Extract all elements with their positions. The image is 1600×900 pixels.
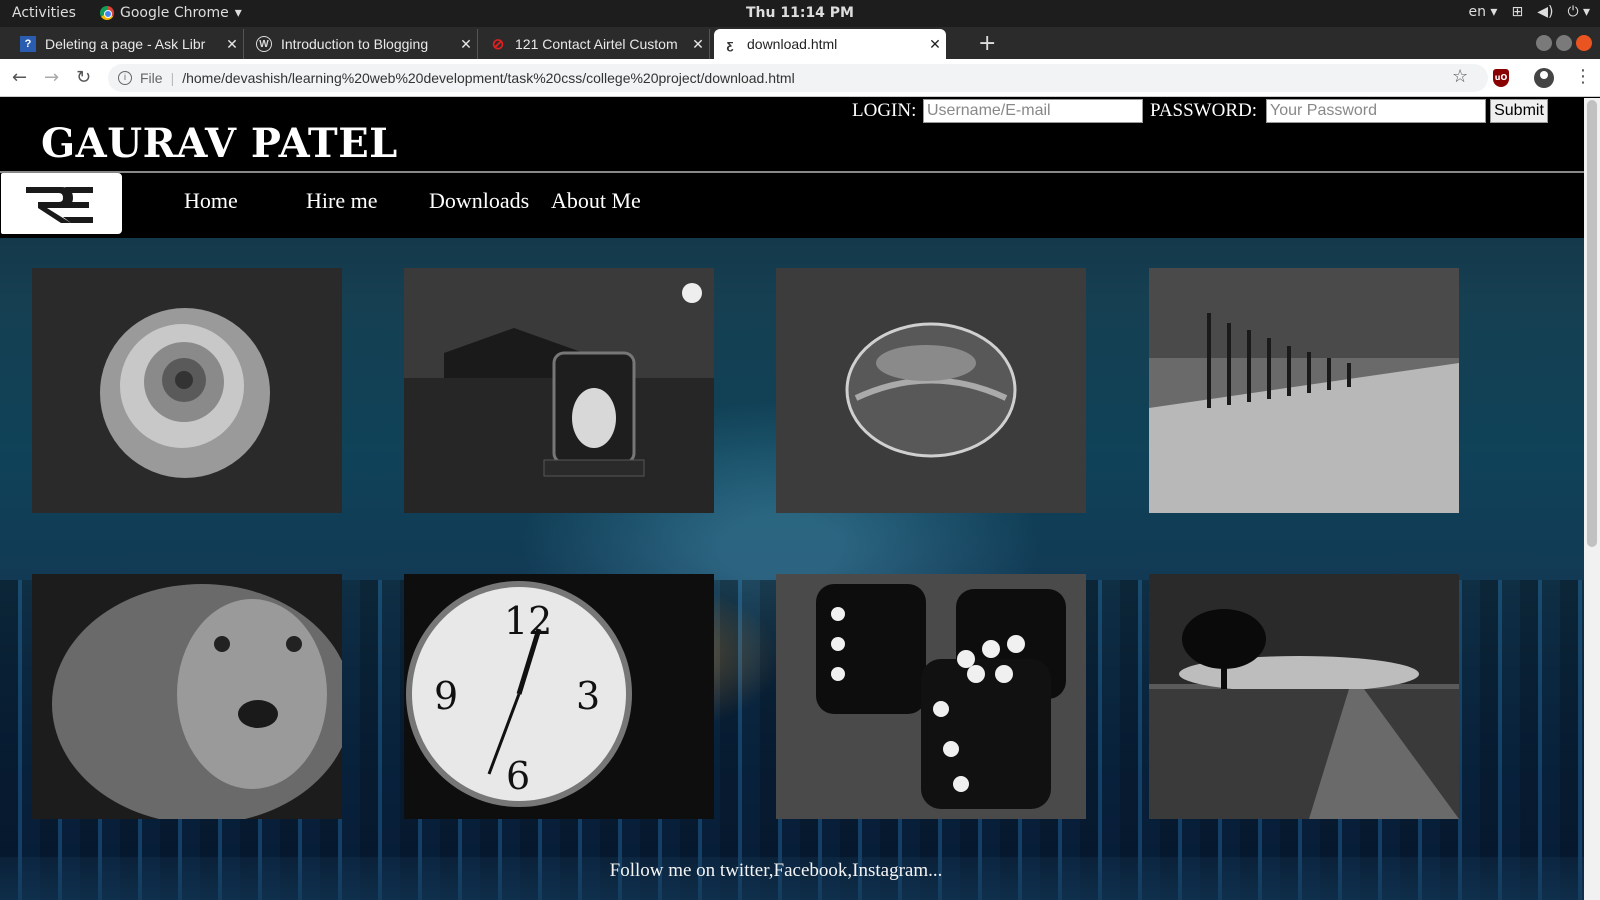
- page-icon: ƹ: [726, 36, 734, 52]
- maximize-button[interactable]: [1556, 35, 1572, 51]
- tab-ask-libreoffice[interactable]: ? Deleting a page - Ask Libr ✕: [12, 29, 244, 59]
- bookmark-star-icon[interactable]: ☆: [1452, 66, 1468, 87]
- airtel-icon: ⊘: [491, 36, 505, 53]
- re-logo-icon: [26, 187, 93, 223]
- account-avatar-icon[interactable]: [1534, 68, 1554, 88]
- language-label: en: [1468, 4, 1486, 20]
- password-label: PASSWORD:: [1150, 100, 1258, 121]
- system-tray: en ▾ ⊞ ◀) ⏻ ▾: [1468, 4, 1590, 20]
- address-bar[interactable]: i File | /home/devashish/learning%20web%…: [108, 64, 1488, 92]
- login-label: LOGIN:: [852, 100, 917, 121]
- close-icon[interactable]: ✕: [455, 36, 477, 53]
- network-icon[interactable]: ⊞: [1511, 4, 1523, 20]
- lantern-image: [404, 268, 714, 513]
- volume-icon[interactable]: ◀): [1537, 4, 1553, 20]
- rose-image: [32, 268, 342, 513]
- new-tab-button[interactable]: +: [978, 31, 996, 56]
- lantern-photo[interactable]: [404, 268, 714, 513]
- bubble-image: [776, 268, 1086, 513]
- url-text: /home/devashish/learning%20web%20develop…: [182, 70, 795, 86]
- app-menu[interactable]: Google Chrome ▾: [100, 5, 242, 21]
- app-menu-label: Google Chrome: [120, 5, 229, 21]
- nav-about-me[interactable]: About Me: [551, 188, 641, 214]
- chevron-down-icon: ▾: [234, 5, 242, 21]
- power-icon[interactable]: ⏻ ▾: [1567, 4, 1590, 20]
- site-logo[interactable]: [1, 173, 122, 234]
- close-icon[interactable]: ✕: [687, 36, 709, 53]
- scrollbar-thumb[interactable]: [1587, 100, 1597, 547]
- back-arrow-icon[interactable]: ←: [12, 67, 27, 88]
- minimize-button[interactable]: [1536, 35, 1552, 51]
- reload-icon[interactable]: ↻: [76, 67, 91, 88]
- wordpress-icon: W: [256, 36, 272, 52]
- tab-title: download.html: [747, 36, 838, 52]
- clock[interactable]: Thu 11:14 PM: [746, 5, 854, 21]
- web-page: GAURAV PATEL LOGIN: Username/E-mail PASS…: [0, 98, 1584, 900]
- chrome-icon: [100, 6, 114, 20]
- close-icon[interactable]: ✕: [221, 36, 243, 53]
- site-title: GAURAV PATEL: [41, 120, 398, 167]
- lion-image: [32, 574, 342, 819]
- clock-image: 12 9 3 6: [404, 574, 714, 819]
- lone-tree-image: [1149, 574, 1459, 819]
- bubble-photo[interactable]: [776, 268, 1086, 513]
- footer-social-text[interactable]: Follow me on twitter,Facebook,Instagram.…: [0, 860, 1552, 882]
- close-icon[interactable]: ✕: [924, 36, 946, 53]
- submit-button[interactable]: Submit: [1490, 99, 1548, 123]
- svg-text:3: 3: [576, 674, 600, 718]
- nav-downloads[interactable]: Downloads: [429, 188, 529, 214]
- username-input[interactable]: Username/E-mail: [923, 99, 1143, 123]
- info-icon[interactable]: i: [118, 71, 132, 85]
- trees-image: [1149, 268, 1459, 513]
- tab-title: Introduction to Blogging: [281, 36, 429, 52]
- menu-kebab-icon[interactable]: ⋮: [1574, 66, 1592, 87]
- tab-download-html[interactable]: ƹ download.html ✕: [714, 29, 946, 59]
- question-icon: ?: [20, 36, 36, 52]
- dice-image: [776, 574, 1086, 819]
- forward-arrow-icon[interactable]: →: [44, 67, 59, 88]
- dice-photo[interactable]: [776, 574, 1086, 819]
- scheme-label: File: [140, 70, 163, 86]
- window-close-button[interactable]: [1576, 35, 1592, 51]
- nav-home[interactable]: Home: [184, 188, 238, 214]
- toolbar: ← → ↻ i File | /home/devashish/learning%…: [0, 59, 1600, 97]
- os-top-bar: Activities Google Chrome ▾ Thu 11:14 PM …: [0, 0, 1600, 27]
- divider: |: [170, 70, 175, 86]
- svg-text:9: 9: [434, 674, 458, 718]
- header-divider: [0, 171, 1584, 173]
- window-controls: [1536, 35, 1592, 51]
- tab-introduction-blogging[interactable]: W Introduction to Blogging ✕: [248, 29, 478, 59]
- lone-tree-photo[interactable]: [1149, 574, 1459, 819]
- activities-button[interactable]: Activities: [12, 5, 76, 21]
- svg-text:6: 6: [506, 754, 530, 798]
- lion-photo[interactable]: [32, 574, 342, 819]
- tab-title: Deleting a page - Ask Libr: [45, 36, 206, 52]
- password-input[interactable]: Your Password: [1266, 99, 1486, 123]
- tab-title: 121 Contact Airtel Custom: [515, 36, 678, 52]
- clock-photo[interactable]: 12 9 3 6: [404, 574, 714, 819]
- tab-strip: ? Deleting a page - Ask Libr ✕ W Introdu…: [0, 27, 1600, 59]
- rose-photo[interactable]: [32, 268, 342, 513]
- nav-hire-me[interactable]: Hire me: [306, 188, 377, 214]
- ublock-extension-icon[interactable]: uO: [1493, 69, 1509, 87]
- tab-airtel[interactable]: ⊘ 121 Contact Airtel Custom ✕: [482, 29, 710, 59]
- svg-text:12: 12: [504, 599, 552, 643]
- trees-photo[interactable]: [1149, 268, 1459, 513]
- language-indicator[interactable]: en ▾: [1468, 4, 1497, 20]
- site-header: GAURAV PATEL LOGIN: Username/E-mail PASS…: [0, 98, 1584, 238]
